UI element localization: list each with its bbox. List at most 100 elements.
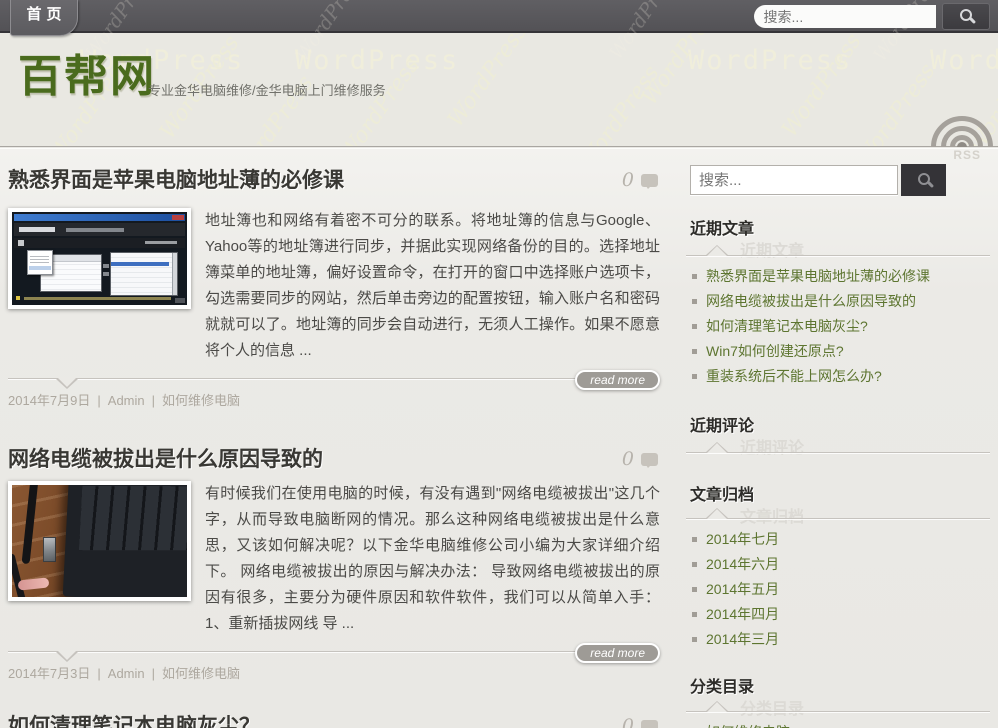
post-date: 2014年7月3日 (8, 666, 90, 681)
post-author-link[interactable]: Admin (108, 393, 145, 408)
search-icon (960, 9, 972, 21)
post-excerpt: 有时候我们在使用电脑的时候，有没有遇到"网络电缆被拔出"这几个字，从而导致电脑断… (205, 481, 660, 637)
recent-post-link[interactable]: 网络电缆被拔出是什么原因导致的 (706, 293, 916, 309)
category-link[interactable]: 如何维修电脑 (706, 724, 790, 728)
content: 熟悉界面是苹果电脑地址薄的必修课 0 (0, 148, 998, 728)
wordpress-watermark: WordPress (295, 45, 459, 76)
separator-notch (56, 652, 78, 662)
widget-title-echo: 近期评论 (740, 434, 804, 458)
post-header: 如何清理笔记本电脑灰尘？ 0 (8, 714, 660, 728)
topbar-search-button[interactable] (942, 3, 990, 30)
post-thumbnail[interactable] (8, 208, 191, 309)
recent-post-link[interactable]: 熟悉界面是苹果电脑地址薄的必修课 (706, 268, 930, 284)
widget-recent-posts: 近期文章 近期文章 熟悉界面是苹果电脑地址薄的必修课 网络电缆被拔出是什么原因导… (686, 220, 990, 389)
post-category-link[interactable]: 如何维修电脑 (162, 393, 240, 408)
post-thumbnail[interactable] (8, 481, 191, 601)
list-item: Win7如何创建还原点? (686, 339, 990, 364)
categories-list: 如何维修电脑 (686, 720, 990, 728)
post-header: 网络电缆被拔出是什么原因导致的 0 (8, 447, 660, 473)
sidebar: 近期文章 近期文章 熟悉界面是苹果电脑地址薄的必修课 网络电缆被拔出是什么原因导… (686, 149, 990, 728)
site-title[interactable]: 百帮网 (18, 51, 156, 103)
widget-categories: 分类目录 分类目录 如何维修电脑 (686, 678, 990, 728)
read-more-button[interactable]: read more (575, 370, 660, 390)
post-author-link[interactable]: Admin (108, 666, 145, 681)
post-footer-rule: read more (8, 370, 660, 388)
wordpress-watermark: WordPress (688, 45, 852, 76)
list-item: 如何维修电脑 (686, 720, 990, 728)
comment-count-badge[interactable]: 0 (622, 169, 658, 191)
widget-title-echo: 近期文章 (740, 237, 804, 261)
site-tagline: 专业金华电脑维修/金华电脑上门维修服务 (148, 80, 386, 99)
comment-count-badge[interactable]: 0 (622, 715, 658, 728)
archive-link[interactable]: 2014年三月 (706, 631, 779, 647)
recent-post-link[interactable]: 如何清理笔记本电脑灰尘? (706, 318, 868, 334)
wordpress-watermark: WordPress (443, 33, 532, 132)
post-excerpt: 地址簿也和网络有着密不可分的联系。将地址簿的信息与Google、Yahoo等的地… (205, 208, 660, 364)
search-icon (918, 173, 930, 185)
wordpress-watermark: WordPress (777, 33, 866, 142)
post-meta: 2014年7月9日|Admin|如何维修电脑 (8, 390, 660, 409)
archive-link[interactable]: 2014年六月 (706, 556, 779, 572)
separator-notch (56, 379, 78, 389)
topbar: WordPress WordPress WordPress WordPress … (0, 0, 998, 33)
widget-title-echo: 文章归档 (740, 503, 804, 527)
recent-post-link[interactable]: 重装系统后不能上网怎么办? (706, 368, 882, 384)
wordpress-watermark: WordPress (637, 33, 726, 110)
archives-list: 2014年七月 2014年六月 2014年五月 2014年四月 2014年三月 (686, 527, 990, 652)
wordpress-watermark: WordPress (930, 45, 998, 76)
wordpress-watermark: WordPress (851, 59, 940, 147)
post-date: 2014年7月9日 (8, 393, 90, 408)
topbar-search-input[interactable] (754, 5, 936, 28)
comment-count: 0 (622, 715, 634, 728)
widget-separator (686, 518, 990, 519)
site-header: WordPress WordPress WordPress WordPress … (0, 33, 998, 147)
post: 如何清理笔记本电脑灰尘？ 0 如何为笔记本散热呢?金华电脑维修通过对比得出为笔记… (8, 714, 660, 728)
sidebar-search-button[interactable] (901, 164, 946, 196)
sidebar-search-input[interactable] (690, 165, 898, 195)
archive-link[interactable]: 2014年五月 (706, 581, 779, 597)
topbar-search (754, 3, 990, 30)
recent-post-link[interactable]: Win7如何创建还原点? (706, 343, 844, 359)
rss-icon[interactable] (930, 104, 994, 147)
widget-title: 近期文章 (690, 220, 990, 240)
comment-count: 0 (622, 448, 634, 470)
list-item: 2014年四月 (686, 602, 990, 627)
post-header: 熟悉界面是苹果电脑地址薄的必修课 0 (8, 168, 660, 194)
post-title[interactable]: 网络电缆被拔出是什么原因导致的 (8, 447, 590, 473)
list-item: 如何清理笔记本电脑灰尘? (686, 314, 990, 339)
widget-title-echo: 分类目录 (740, 695, 804, 719)
post-meta: 2014年7月3日|Admin|如何维修电脑 (8, 663, 660, 682)
list-item: 熟悉界面是苹果电脑地址薄的必修课 (686, 264, 990, 289)
post-body: 有时候我们在使用电脑的时候，有没有遇到"网络电缆被拔出"这几个字，从而导致电脑断… (8, 481, 660, 637)
comment-icon (641, 453, 658, 466)
list-item: 重装系统后不能上网怎么办? (686, 364, 990, 389)
post-footer-rule: read more (8, 643, 660, 661)
widget-separator (686, 255, 990, 256)
rss-label: RSS (953, 148, 981, 162)
separator-notch (706, 452, 728, 462)
post-category-link[interactable]: 如何维修电脑 (162, 666, 240, 681)
wordpress-watermark: WordPress (575, 61, 664, 147)
archive-link[interactable]: 2014年七月 (706, 531, 779, 547)
list-item: 2014年六月 (686, 552, 990, 577)
comment-count-badge[interactable]: 0 (622, 448, 658, 470)
comment-count: 0 (622, 169, 634, 191)
nav-home-tab[interactable]: 首页 (10, 0, 78, 36)
recent-posts-list: 熟悉界面是苹果电脑地址薄的必修课 网络电缆被拔出是什么原因导致的 如何清理笔记本… (686, 264, 990, 389)
read-more-button[interactable]: read more (575, 643, 660, 663)
list-item: 网络电缆被拔出是什么原因导致的 (686, 289, 990, 314)
posts-column: 熟悉界面是苹果电脑地址薄的必修课 0 (8, 149, 660, 728)
post-title[interactable]: 熟悉界面是苹果电脑地址薄的必修课 (8, 168, 590, 194)
post: 熟悉界面是苹果电脑地址薄的必修课 0 (8, 168, 660, 409)
widget-title: 分类目录 (690, 678, 990, 698)
widget-recent-comments: 近期评论 近期评论 (686, 417, 990, 453)
post: 网络电缆被拔出是什么原因导致的 0 有时候我们在使用电脑的时候，有没有遇到"网络… (8, 447, 660, 682)
sidebar-search (690, 164, 990, 196)
widget-separator (686, 711, 990, 712)
widget-title: 近期评论 (690, 417, 990, 437)
post-title[interactable]: 如何清理笔记本电脑灰尘？ (8, 714, 590, 728)
archive-link[interactable]: 2014年四月 (706, 606, 779, 622)
list-item: 2014年三月 (686, 627, 990, 652)
post-body: 地址簿也和网络有着密不可分的联系。将地址簿的信息与Google、Yahoo等的地… (8, 208, 660, 364)
widget-archives: 文章归档 文章归档 2014年七月 2014年六月 2014年五月 2014年四… (686, 486, 990, 652)
